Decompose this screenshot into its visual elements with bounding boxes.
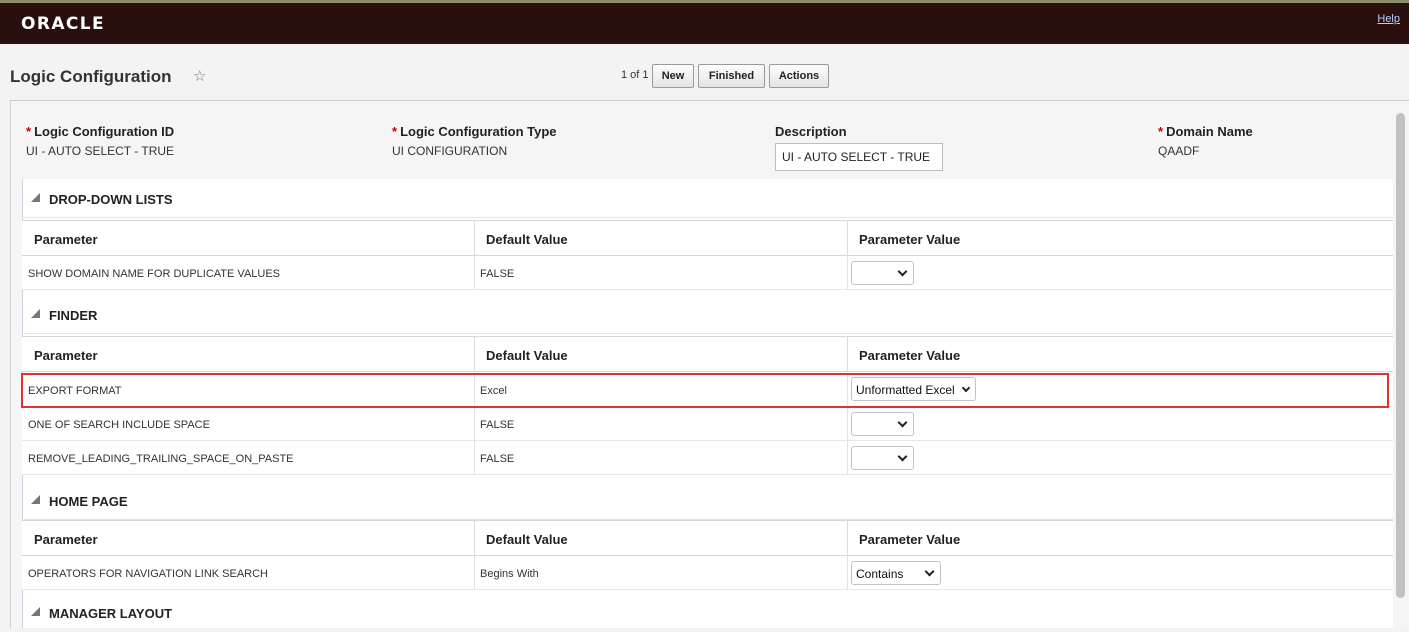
section-title: FINDER (49, 308, 98, 323)
brand-bar: ORACLE Help (0, 0, 1409, 44)
parameter-value-select[interactable] (851, 412, 914, 436)
parameter-value-column-header: Parameter Value (859, 348, 961, 363)
table-header: Parameter Default Value Parameter Value (22, 336, 1393, 372)
chevron-down-icon (897, 266, 908, 277)
logic-configuration-type-value: UI CONFIGURATION (392, 144, 508, 158)
section-finder[interactable]: FINDER (22, 296, 1393, 334)
default-value-cell: FALSE (480, 268, 515, 280)
default-value-cell: Begins With (480, 568, 539, 580)
default-value-column-header: Default Value (486, 348, 568, 363)
default-value-cell: FALSE (480, 453, 515, 465)
chevron-down-icon (924, 566, 935, 577)
collapse-triangle-icon[interactable] (31, 495, 40, 504)
highlight-box (21, 373, 1389, 408)
collapse-triangle-icon[interactable] (31, 607, 40, 616)
parameter-column-header: Parameter (34, 532, 98, 547)
chevron-down-icon (897, 451, 908, 462)
chevron-down-icon (897, 417, 908, 428)
section-home-page[interactable]: HOME PAGE (22, 482, 1393, 520)
parameter-column-header: Parameter (34, 348, 98, 363)
collapse-triangle-icon[interactable] (31, 309, 40, 318)
domain-name-value: QAADF (1158, 144, 1200, 158)
new-button[interactable]: New (652, 64, 694, 88)
table-header: Parameter Default Value Parameter Value (22, 520, 1393, 556)
table-row: ONE OF SEARCH INCLUDE SPACE FALSE (22, 407, 1393, 441)
parameter-value-select[interactable] (851, 261, 914, 285)
logic-configuration-type-label: * Logic Configuration Type (392, 124, 557, 139)
collapse-triangle-icon[interactable] (31, 193, 40, 202)
logic-configuration-id-value: UI - AUTO SELECT - TRUE (26, 144, 175, 158)
actions-button[interactable]: Actions (769, 64, 829, 88)
parameter-cell: REMOVE_LEADING_TRAILING_SPACE_ON_PASTE (28, 453, 294, 465)
parameter-value-select[interactable]: Contains (851, 561, 941, 585)
record-pager: 1 of 1 (621, 69, 649, 81)
section-title: MANAGER LAYOUT (49, 606, 173, 621)
table-row: OPERATORS FOR NAVIGATION LINK SEARCH Beg… (22, 556, 1393, 590)
table-header: Parameter Default Value Parameter Value (22, 220, 1393, 256)
help-link[interactable]: Help (1377, 13, 1400, 25)
default-value-column-header: Default Value (486, 532, 568, 547)
default-value-cell: FALSE (480, 419, 515, 431)
description-label: Description (775, 124, 847, 139)
parameter-cell: ONE OF SEARCH INCLUDE SPACE (28, 419, 210, 431)
vertical-scrollbar[interactable] (1396, 113, 1405, 598)
parameter-cell: SHOW DOMAIN NAME FOR DUPLICATE VALUES (28, 268, 281, 280)
parameter-value-column-header: Parameter Value (859, 532, 961, 547)
parameter-value-select[interactable] (851, 446, 914, 470)
parameter-cell: OPERATORS FOR NAVIGATION LINK SEARCH (28, 568, 269, 580)
domain-name-label: * Domain Name (1158, 124, 1253, 139)
description-input[interactable] (775, 143, 943, 171)
table-row: SHOW DOMAIN NAME FOR DUPLICATE VALUES FA… (22, 256, 1393, 290)
parameter-value-column-header: Parameter Value (859, 232, 961, 247)
section-manager-layout[interactable]: MANAGER LAYOUT (22, 594, 1393, 632)
logic-configuration-id-label: * Logic Configuration ID (26, 124, 175, 139)
parameter-column-header: Parameter (34, 232, 98, 247)
section-dropdown-lists[interactable]: DROP-DOWN LISTS (22, 180, 1393, 218)
section-title: DROP-DOWN LISTS (49, 192, 173, 207)
default-value-column-header: Default Value (486, 232, 568, 247)
favorite-star-icon[interactable]: ☆ (193, 67, 206, 85)
table-row: REMOVE_LEADING_TRAILING_SPACE_ON_PASTE F… (22, 441, 1393, 475)
section-title: HOME PAGE (49, 494, 128, 509)
page-title: Logic Configuration (10, 67, 172, 86)
oracle-logo: ORACLE (21, 14, 106, 34)
finished-button[interactable]: Finished (698, 64, 765, 88)
